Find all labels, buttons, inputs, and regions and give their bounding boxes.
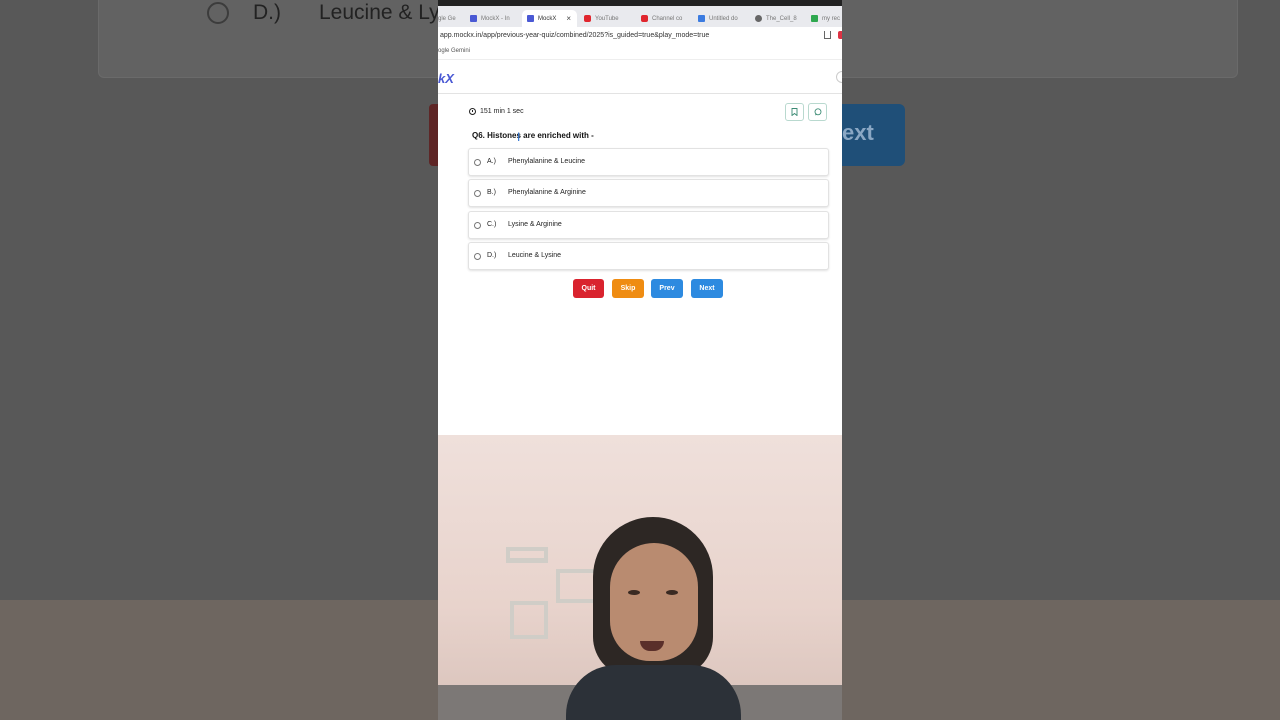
tab-label: Channel co <box>652 15 683 22</box>
radio-icon[interactable] <box>474 222 481 229</box>
quit-button[interactable]: Quit <box>573 279 604 298</box>
background-radio-icon <box>207 2 229 24</box>
option-letter: D.) <box>487 252 497 259</box>
tab-untitled-doc[interactable]: Untitled do <box>698 10 744 27</box>
prev-button[interactable]: Prev <box>651 279 683 298</box>
mockx-logo[interactable]: kX <box>438 71 454 86</box>
radio-icon[interactable] <box>474 190 481 197</box>
bookmark-icon <box>791 108 798 116</box>
extension-icon[interactable] <box>838 31 842 39</box>
wall-shelf <box>510 601 548 639</box>
option-text: Phenylalanine & Leucine <box>508 158 586 165</box>
quiz-timer: 151 min 1 sec <box>469 108 524 115</box>
text-cursor-icon: I <box>517 130 521 144</box>
option-text: Phenylalanine & Arginine <box>508 189 586 196</box>
bookmarks-bar: ogle Gemini <box>438 45 842 60</box>
tab-label: my rec <box>822 15 840 22</box>
docs-icon <box>698 15 705 22</box>
tab-label: YouTube <box>595 15 619 22</box>
clock-icon <box>469 108 476 115</box>
mockx-icon <box>527 15 534 22</box>
share-icon[interactable] <box>824 31 831 39</box>
tab-mockx-1[interactable]: MockX - In <box>470 10 516 27</box>
option-c[interactable]: C.) Lysine & Arginine <box>468 211 829 239</box>
comment-button[interactable] <box>808 103 827 121</box>
presenter-eye <box>628 590 640 595</box>
youtube-icon <box>584 15 591 22</box>
radio-icon[interactable] <box>474 159 481 166</box>
tab-label: The_Cell_8 <box>766 15 797 22</box>
option-letter: C.) <box>487 221 497 228</box>
wall-shelf <box>506 547 548 563</box>
tab-channel[interactable]: Channel co <box>641 10 687 27</box>
address-bar[interactable]: app.mockx.in/app/previous-year-quiz/comb… <box>438 27 842 45</box>
radio-icon[interactable] <box>474 253 481 260</box>
option-text: Lysine & Arginine <box>508 221 562 228</box>
timer-text: 151 min 1 sec <box>480 108 524 115</box>
tab-label: MockX - In <box>481 15 510 22</box>
phone-screen: gle Ge MockX - In MockX × YouTube Channe… <box>438 0 842 720</box>
option-b[interactable]: B.) Phenylalanine & Arginine <box>468 179 829 207</box>
next-button[interactable]: Next <box>691 279 723 298</box>
option-text: Leucine & Lysine <box>508 252 562 259</box>
close-icon[interactable]: × <box>566 14 571 23</box>
youtube-icon <box>641 15 648 22</box>
bookmark-gemini[interactable]: ogle Gemini <box>438 48 470 54</box>
tab-the-cell[interactable]: The_Cell_8 <box>755 10 801 27</box>
tab-label: MockX <box>538 15 557 22</box>
avatar[interactable] <box>836 71 842 83</box>
option-letter: B.) <box>487 189 496 196</box>
tab-mockx-active[interactable]: MockX × <box>522 10 577 27</box>
option-d[interactable]: D.) Leucine & Lysine <box>468 242 829 270</box>
option-letter: A.) <box>487 158 496 165</box>
browser-tab-bar: gle Ge MockX - In MockX × YouTube Channe… <box>438 0 842 27</box>
tab-label: Untitled do <box>709 15 738 22</box>
skip-button[interactable]: Skip <box>612 279 644 298</box>
question-text: Q6. Histones are enriched with - <box>472 131 594 140</box>
tab-youtube[interactable]: YouTube <box>584 10 630 27</box>
tab-label: gle Ge <box>438 15 456 22</box>
option-a[interactable]: A.) Phenylalanine & Leucine <box>468 148 829 176</box>
presenter-hoodie <box>566 665 741 720</box>
webcam-video <box>438 435 842 720</box>
tab-my-rec[interactable]: my rec <box>811 10 842 27</box>
background-next-text: ext <box>842 120 874 145</box>
presenter-eye <box>666 590 678 595</box>
app-header: kX <box>438 62 842 94</box>
drive-icon <box>811 15 818 22</box>
background-option-letter: D.) <box>253 1 281 24</box>
mockx-icon <box>470 15 477 22</box>
globe-icon <box>755 15 762 22</box>
tab-gemini[interactable]: gle Ge <box>438 10 462 27</box>
url-text: app.mockx.in/app/previous-year-quiz/comb… <box>440 32 710 39</box>
comment-icon <box>814 108 821 116</box>
bookmark-button[interactable] <box>785 103 804 121</box>
